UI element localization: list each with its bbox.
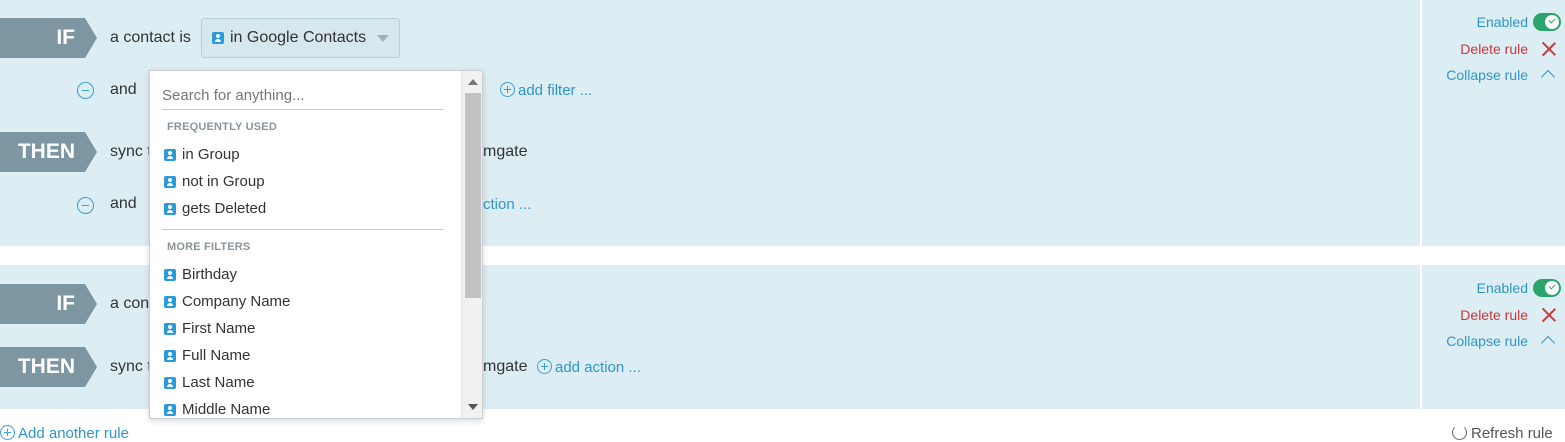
contact-icon <box>212 31 224 44</box>
filter-dropdown: FREQUENTLY USED in Group not in Group ge… <box>149 70 483 419</box>
refresh-label: Refresh rule <box>1471 425 1553 442</box>
dropdown-item-label: Middle Name <box>182 401 271 418</box>
dropdown-item[interactable]: gets Deleted <box>164 200 266 217</box>
dropdown-item[interactable]: Full Name <box>164 347 250 364</box>
contact-icon <box>164 404 176 417</box>
then-tag: THEN <box>0 347 97 387</box>
add-filter-link[interactable]: add filter ... <box>500 82 592 99</box>
close-icon[interactable] <box>1542 308 1556 322</box>
then-tag: THEN <box>0 132 97 172</box>
refresh-icon <box>1452 425 1467 440</box>
refresh-rule-link[interactable]: Refresh rule <box>1452 425 1553 442</box>
chevron-up-icon[interactable] <box>1540 335 1556 351</box>
dropdown-item-label: not in Group <box>182 173 265 190</box>
dropdown-item[interactable]: Middle Name <box>164 401 270 418</box>
remove-filter-icon[interactable] <box>77 82 94 99</box>
contact-icon <box>164 176 176 189</box>
search-input[interactable] <box>162 81 444 109</box>
chevron-down-icon <box>377 35 389 42</box>
if-condition-text: a contact is <box>110 29 191 46</box>
enabled-label: Enabled <box>1476 14 1528 30</box>
dropdown-item[interactable]: Last Name <box>164 374 255 391</box>
if-tag: IF <box>0 18 97 58</box>
add-rule-label: Add another rule <box>18 425 129 442</box>
divider <box>162 109 444 110</box>
dropdown-item-label: in Group <box>182 146 240 163</box>
add-filter-label: add filter ... <box>518 82 593 99</box>
contact-icon <box>164 203 176 216</box>
delete-rule-button[interactable]: Delete rule <box>1460 307 1528 323</box>
contact-icon <box>164 296 176 309</box>
enabled-toggle[interactable] <box>1533 13 1561 31</box>
contact-icon <box>164 377 176 390</box>
dropdown-item[interactable]: Company Name <box>164 293 290 310</box>
enabled-toggle[interactable] <box>1533 279 1561 297</box>
plus-circle-icon <box>0 425 15 440</box>
delete-rule-button[interactable]: Delete rule <box>1460 41 1528 57</box>
plus-circle-icon <box>537 359 552 374</box>
dropdown-item-label: Full Name <box>182 347 251 364</box>
check-icon <box>1548 16 1556 24</box>
frequently-used-heading: FREQUENTLY USED <box>167 121 277 133</box>
scrollbar-thumb[interactable] <box>465 93 481 298</box>
dropdown-item-label: Company Name <box>182 293 291 310</box>
dropdown-item-label: First Name <box>182 320 256 337</box>
check-icon <box>1548 282 1556 290</box>
chevron-up-icon[interactable] <box>1540 69 1556 85</box>
contact-icon <box>164 350 176 363</box>
plus-circle-icon <box>500 82 515 97</box>
add-another-rule-link[interactable]: Add another rule <box>0 425 129 442</box>
then-and-label: and <box>110 195 137 212</box>
dropdown-item-label: Last Name <box>182 374 255 391</box>
contact-icon <box>164 149 176 162</box>
dropdown-item-label: Birthday <box>182 266 238 283</box>
dropdown-item-label: gets Deleted <box>182 200 267 217</box>
and-label: and <box>110 81 137 98</box>
then-action-text-left: sync t <box>110 358 152 375</box>
dropdown-item[interactable]: Birthday <box>164 266 237 283</box>
rule-divider <box>1420 265 1422 409</box>
close-icon[interactable] <box>1542 42 1556 56</box>
divider <box>162 229 444 230</box>
dropdown-item[interactable]: not in Group <box>164 173 265 190</box>
filter-select-value: in Google Contacts <box>230 29 367 46</box>
if-condition-text: a con <box>110 295 150 312</box>
add-action-link[interactable]: add action ... <box>537 359 641 376</box>
contact-icon <box>164 323 176 336</box>
collapse-rule-button[interactable]: Collapse rule <box>1446 67 1528 83</box>
remove-action-icon[interactable] <box>77 197 94 214</box>
then-action-text-left: sync t <box>110 143 152 160</box>
if-tag: IF <box>0 284 97 324</box>
filter-select[interactable]: in Google Contacts <box>201 18 400 58</box>
contact-icon <box>164 269 176 282</box>
then-action-text-right: mgate <box>483 143 528 160</box>
then-action-text-right: mgate <box>483 358 528 375</box>
add-action-label: add action ... <box>555 359 641 376</box>
more-filters-heading: MORE FILTERS <box>167 241 251 253</box>
dropdown-scrollbar[interactable] <box>461 71 482 418</box>
collapse-rule-button[interactable]: Collapse rule <box>1446 333 1528 349</box>
rule-divider <box>1420 0 1422 246</box>
scroll-up-arrow-icon[interactable] <box>468 79 478 85</box>
scroll-down-arrow-icon[interactable] <box>468 404 478 410</box>
add-action-link[interactable]: ction ... <box>483 196 531 213</box>
enabled-label: Enabled <box>1476 280 1528 296</box>
dropdown-item[interactable]: First Name <box>164 320 255 337</box>
dropdown-item[interactable]: in Group <box>164 146 240 163</box>
